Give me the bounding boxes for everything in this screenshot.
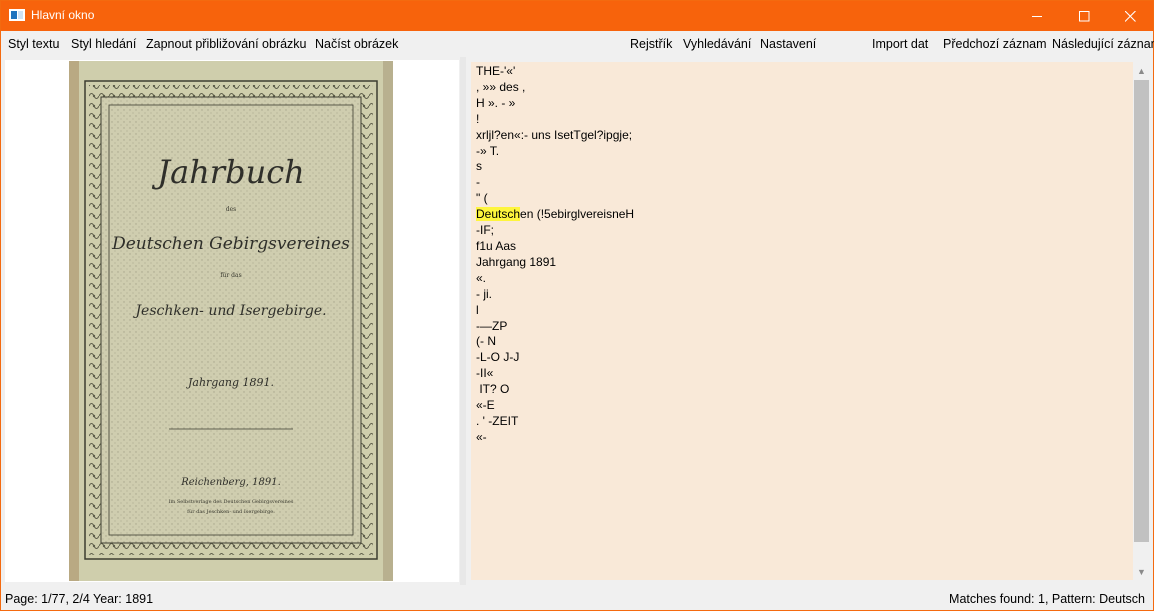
ocr-line: - ji. [476, 286, 492, 301]
ocr-line: -IF; [476, 223, 494, 238]
ocr-line: -» T. [476, 143, 500, 158]
minimize-icon [1031, 15, 1042, 17]
ocr-line-match: Deutschen (!5ebirglvereisneH [476, 207, 634, 223]
ocr-line: f1u Aas [476, 238, 517, 253]
status-bar: Page: 1/77, 2/4 Year: 1891 Matches found… [1, 587, 1153, 610]
status-search-info: Matches found: 1, Pattern: Deutsch [949, 592, 1145, 606]
menu-bar: Styl textu Styl hledání Zapnout přibližo… [1, 31, 1154, 57]
menu-import-data[interactable]: Import dat [872, 37, 928, 51]
scroll-up-icon[interactable]: ▲ [1133, 62, 1150, 79]
ocr-line: . ' -ZEIT [476, 413, 519, 428]
menu-search[interactable]: Vyhledávání [683, 37, 751, 51]
cover-year-line: Jahrgang 1891. [186, 376, 274, 389]
app-icon [9, 9, 25, 21]
title-bar[interactable]: Hlavní okno [1, 1, 1153, 31]
ocr-line: H ». - » [476, 95, 516, 110]
ocr-line: «-E [476, 398, 495, 413]
cover-publisher-2: für das Jeschken- und Isergebirge. [187, 509, 275, 515]
ocr-line: THE-'«' [476, 64, 516, 78]
menu-search-style[interactable]: Styl hledání [71, 37, 136, 51]
cover-city: Reichenberg, 1891. [180, 477, 281, 488]
cover-line2: Deutschen Gebirgsvereines [111, 234, 350, 254]
ocr-line-rest: en (!5ebirglvereisneH [520, 207, 635, 222]
ocr-line: , »» des , [476, 79, 526, 94]
ocr-line: l [476, 302, 479, 317]
main-window: Hlavní okno Styl textu Styl hledání Zapn… [0, 0, 1154, 611]
ocr-line: «- [476, 429, 487, 444]
ocr-line: - [476, 175, 480, 190]
menu-next-record[interactable]: Následující záznam [1052, 37, 1154, 51]
ocr-line: -II« [476, 366, 494, 381]
scroll-down-icon[interactable]: ▼ [1133, 563, 1150, 580]
ocr-line: -—ZP [476, 318, 508, 333]
maximize-icon [1078, 10, 1089, 21]
menu-text-style[interactable]: Styl textu [8, 37, 59, 51]
cover-title: Jahrbuch [151, 153, 304, 191]
menu-index[interactable]: Rejstřík [630, 37, 672, 51]
ocr-line: Jahrgang 1891 [476, 254, 557, 269]
ocr-line: " ( [476, 191, 488, 206]
scrollbar-thumb[interactable] [1134, 80, 1149, 542]
status-page-info: Page: 1/77, 2/4 Year: 1891 [5, 592, 154, 606]
scanned-cover-image[interactable]: Jahrbuch des Deutschen Gebirgsvereines f… [69, 61, 393, 581]
text-scrollbar[interactable]: ▲ ▼ [1133, 62, 1150, 580]
ocr-line: ! [476, 111, 480, 126]
close-icon [1124, 10, 1136, 22]
menu-load-image[interactable]: Načíst obrázek [315, 37, 398, 51]
pane-splitter[interactable] [460, 57, 466, 585]
ocr-line: IT? O [476, 382, 510, 397]
cover-publisher-1: Im Selbstverlage des Deutschen Gebirgsve… [169, 499, 294, 505]
ocr-line: «. [476, 270, 487, 285]
ocr-line: -L-O J-J [476, 350, 520, 365]
cover-line3: Jeschken- und Isergebirge. [132, 303, 326, 319]
ocr-line: (- N [476, 334, 496, 349]
window-title: Hlavní okno [31, 8, 95, 22]
maximize-button[interactable] [1061, 1, 1107, 31]
menu-enable-image-zoom[interactable]: Zapnout přibližování obrázku [146, 37, 307, 51]
ocr-text-area[interactable]: THE-'«', »» des ,H ». - »! xrljl?en«:- un… [471, 62, 1133, 580]
cover-fur: für das [220, 272, 241, 279]
cover-des: des [226, 206, 236, 213]
ocr-line: xrljl?en«:- uns IsetTgel?ipgje; [476, 127, 633, 142]
close-button[interactable] [1107, 1, 1153, 31]
search-match-highlight: Deutsch [476, 207, 521, 222]
ocr-line: s [476, 159, 482, 174]
minimize-button[interactable] [1014, 1, 1060, 31]
menu-settings[interactable]: Nastavení [760, 37, 816, 51]
image-pane[interactable]: Jahrbuch des Deutschen Gebirgsvereines f… [5, 60, 459, 582]
menu-previous-record[interactable]: Předchozí záznam [943, 37, 1047, 51]
ocr-text: THE-'«', »» des ,H ». - »! xrljl?en«:- un… [476, 64, 634, 446]
